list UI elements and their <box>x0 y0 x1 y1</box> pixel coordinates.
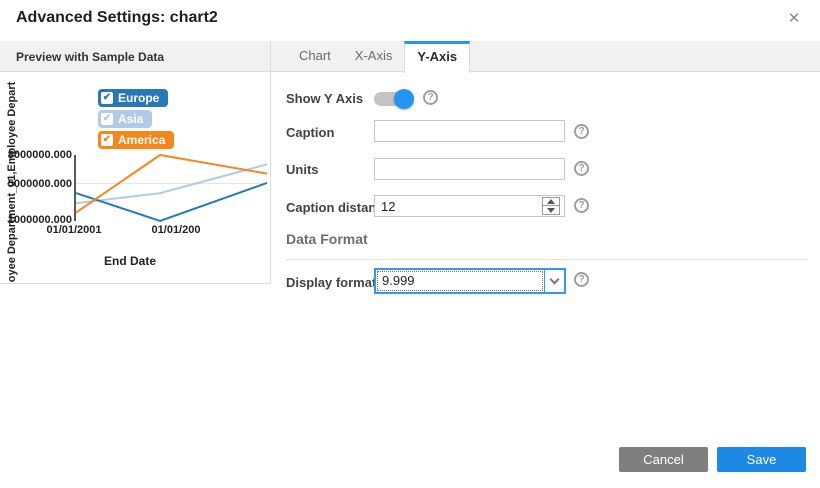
show-y-axis-toggle[interactable] <box>374 89 414 109</box>
spinner-down-icon[interactable] <box>543 206 559 214</box>
show-y-axis-label: Show Y Axis <box>286 91 363 106</box>
legend-label: Asia <box>118 112 143 126</box>
help-icon[interactable]: ? <box>574 272 589 287</box>
chart-preview: oyee Department_01,Employee Depart 80000… <box>0 72 271 284</box>
caption-label: Caption <box>286 125 334 140</box>
units-label: Units <box>286 162 319 177</box>
caption-distance-input[interactable] <box>374 195 565 217</box>
help-icon[interactable]: ? <box>574 198 589 213</box>
section-divider <box>286 259 808 260</box>
legend-item-america[interactable]: ✔ America <box>98 131 174 149</box>
tab-y-axis[interactable]: Y-Axis <box>404 41 470 73</box>
chart-x-axis-title: End Date <box>80 254 180 268</box>
data-format-section-header: Data Format <box>286 231 368 247</box>
toggle-knob <box>394 89 414 109</box>
units-input[interactable] <box>374 158 565 180</box>
chart-legend: ✔ Europe ✔ Asia ✔ America <box>98 89 174 149</box>
tab-chart[interactable]: Chart <box>287 41 343 72</box>
series-line-europe <box>76 183 267 221</box>
display-format-value: 9.999 <box>377 271 543 291</box>
checkbox-checked-icon[interactable]: ✔ <box>101 134 113 146</box>
help-icon[interactable]: ? <box>574 124 589 139</box>
display-format-label: Display format <box>286 275 376 290</box>
dialog-title: Advanced Settings: chart2 <box>16 9 218 27</box>
checkbox-checked-icon[interactable]: ✔ <box>101 113 113 125</box>
x-tick-label: 01/01/2001 <box>24 224 124 236</box>
legend-label: Europe <box>118 91 159 105</box>
checkbox-checked-icon[interactable]: ✔ <box>101 92 113 104</box>
help-icon[interactable]: ? <box>423 90 438 105</box>
caption-distance-stepper[interactable] <box>542 197 560 215</box>
tab-x-axis[interactable]: X-Axis <box>343 41 405 72</box>
display-format-dropdown[interactable]: 9.999 <box>374 268 566 294</box>
preview-header-bar: Preview with Sample Data <box>0 41 271 72</box>
legend-item-europe[interactable]: ✔ Europe <box>98 89 168 107</box>
preview-header-label: Preview with Sample Data <box>16 50 164 64</box>
save-button[interactable]: Save <box>717 447 806 472</box>
legend-label: America <box>118 133 165 147</box>
spinner-up-icon[interactable] <box>543 198 559 206</box>
close-icon[interactable]: ✕ <box>784 9 804 27</box>
series-line-asia <box>76 164 267 203</box>
caption-input[interactable] <box>374 120 565 142</box>
cancel-button[interactable]: Cancel <box>619 447 708 472</box>
help-icon[interactable]: ? <box>574 161 589 176</box>
series-line-america <box>76 155 267 213</box>
advanced-settings-dialog: Advanced Settings: chart2 ✕ Preview with… <box>0 0 820 488</box>
x-tick-label: 01/01/200 <box>126 224 226 236</box>
legend-item-asia[interactable]: ✔ Asia <box>98 110 152 128</box>
tab-bar: Chart X-Axis Y-Axis <box>287 41 470 72</box>
chevron-down-icon[interactable] <box>544 270 564 292</box>
